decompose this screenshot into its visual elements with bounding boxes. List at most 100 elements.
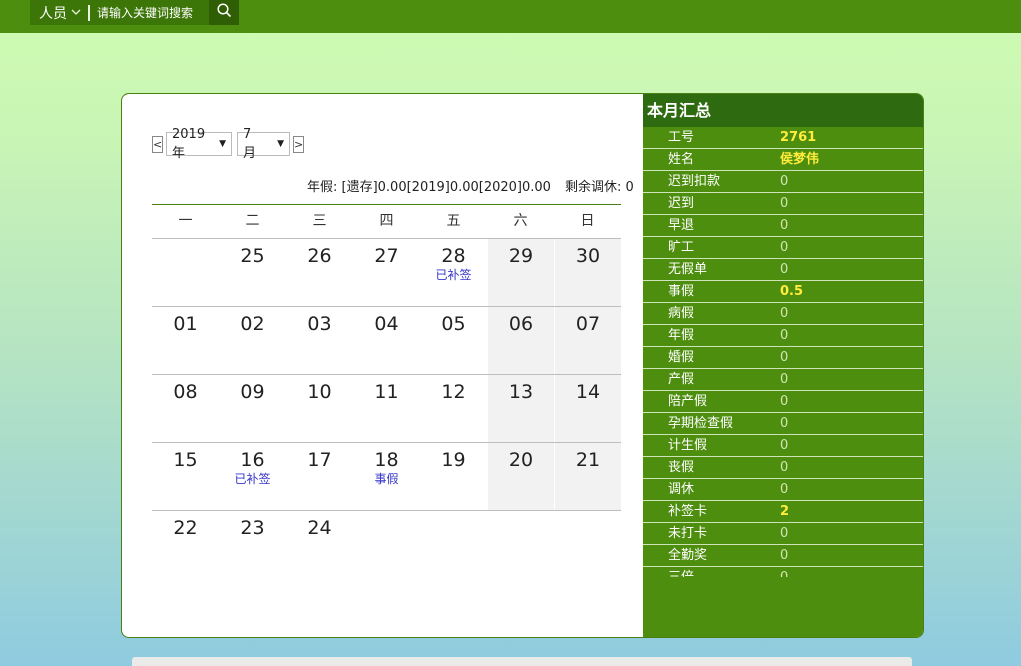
weekday-header: 一二三四五六日 (152, 205, 621, 238)
calendar-day-cell[interactable]: 17 (286, 443, 353, 510)
calendar-week-row: 01 02 03 04 05 06 07 (152, 306, 621, 374)
calendar-day-cell[interactable]: 04 (353, 307, 420, 374)
day-number: 11 (374, 381, 399, 403)
calendar-day-cell[interactable]: 05 (420, 307, 487, 374)
summary-value: 0 (780, 567, 788, 577)
day-number: 10 (307, 381, 332, 403)
day-number: 05 (441, 313, 466, 335)
summary-label: 病假 (668, 306, 695, 321)
summary-row: 计生假 0 (643, 435, 923, 457)
day-number: 17 (307, 449, 332, 471)
calendar-empty-cell (353, 511, 420, 578)
day-number: 04 (374, 313, 399, 335)
calendar-day-cell[interactable]: 25 (219, 239, 286, 306)
summary-row: 工号 2761 (643, 127, 923, 149)
calendar-day-cell[interactable]: 27 (353, 239, 420, 306)
day-number: 21 (575, 449, 601, 471)
day-number: 01 (173, 313, 198, 335)
summary-label: 姓名 (668, 152, 695, 167)
day-note[interactable]: 已补签 (219, 472, 286, 486)
calendar-day-cell[interactable]: 03 (286, 307, 353, 374)
month-select[interactable]: 7月 ▼ (237, 127, 290, 161)
summary-value: 0 (780, 262, 789, 277)
calendar-day-cell[interactable]: 30 (554, 239, 621, 306)
calendar-week-row: 15 16 已补签 17 18 事假 19 20 21 (152, 442, 621, 510)
summary-value: 0 (780, 218, 789, 233)
calendar-day-cell[interactable]: 28 已补签 (420, 239, 487, 306)
day-number: 12 (441, 381, 466, 403)
summary-row: 姓名 侯梦伟 (643, 149, 923, 171)
category-dropdown[interactable]: 人员 (30, 0, 81, 25)
day-number: 15 (173, 449, 198, 471)
summary-title: 本月汇总 (643, 94, 923, 127)
calendar-week-row: 22 23 24 (152, 510, 621, 578)
summary-row: 早退 0 (643, 215, 923, 237)
summary-value: 0 (780, 460, 789, 475)
search-input[interactable]: 请输入关键词搜索 (97, 4, 193, 21)
day-note[interactable]: 事假 (353, 472, 420, 486)
summary-row: 无假单 0 (643, 259, 923, 281)
search-button[interactable] (209, 0, 239, 25)
search-icon (216, 3, 232, 22)
year-select[interactable]: 2019年 ▼ (166, 127, 232, 161)
next-month-button[interactable]: > (293, 135, 304, 153)
calendar-day-cell[interactable]: 22 (152, 511, 219, 578)
day-number: 22 (173, 517, 198, 539)
summary-row: 未打卡 0 (643, 523, 923, 545)
summary-row: 事假 0.5 (643, 281, 923, 303)
summary-value: 2 (780, 504, 790, 519)
day-number: 19 (441, 449, 466, 471)
summary-row: 陪产假 0 (643, 391, 923, 413)
calendar-day-cell[interactable]: 15 (152, 443, 219, 510)
calendar-day-cell[interactable]: 02 (219, 307, 286, 374)
day-number: 14 (575, 381, 601, 403)
calendar-day-cell[interactable]: 09 (219, 375, 286, 442)
summary-label: 婚假 (668, 350, 695, 365)
calendar-day-cell[interactable]: 18 事假 (353, 443, 420, 510)
calendar-day-cell[interactable]: 21 (554, 443, 621, 510)
calendar-day-cell[interactable]: 29 (487, 239, 554, 306)
calendar-day-cell[interactable]: 14 (554, 375, 621, 442)
day-number: 25 (240, 245, 265, 267)
category-label: 人员 (39, 5, 67, 22)
summary-label: 计生假 (668, 438, 708, 453)
day-note[interactable]: 已补签 (420, 268, 487, 282)
summary-value: 侯梦伟 (780, 152, 820, 167)
calendar-day-cell[interactable]: 11 (353, 375, 420, 442)
calendar-empty-cell (554, 511, 621, 578)
day-number: 07 (575, 313, 601, 335)
calendar-empty-cell (420, 511, 487, 578)
day-number: 26 (307, 245, 332, 267)
calendar-day-cell[interactable]: 06 (487, 307, 554, 374)
calendar-day-cell[interactable]: 13 (487, 375, 554, 442)
summary-value: 0 (780, 240, 789, 255)
calendar-day-cell[interactable]: 08 (152, 375, 219, 442)
summary-label: 无假单 (668, 262, 708, 277)
weekday-label: 一 (178, 213, 193, 229)
calendar-day-cell[interactable]: 12 (420, 375, 487, 442)
day-number: 09 (240, 381, 265, 403)
calendar-day-cell[interactable]: 19 (420, 443, 487, 510)
day-number: 29 (508, 245, 534, 267)
calendar-day-cell[interactable]: 01 (152, 307, 219, 374)
summary-label: 早退 (668, 218, 695, 233)
caret-down-icon: ▼ (219, 139, 226, 149)
calendar-day-cell[interactable]: 10 (286, 375, 353, 442)
attendance-card: < 2019年 ▼ 7月 ▼ > 年假: [遗存]0.00[2019]0.00[20… (121, 93, 924, 638)
calendar-day-cell[interactable]: 26 (286, 239, 353, 306)
calendar-empty-cell (487, 511, 554, 578)
weekday-label: 四 (379, 213, 394, 229)
calendar-day-cell[interactable]: 16 已补签 (219, 443, 286, 510)
day-number: 16 (240, 449, 265, 471)
calendar-day-cell[interactable]: 20 (487, 443, 554, 510)
summary-list: 工号 2761 姓名 侯梦伟 迟到扣款 0 迟到 0 早退 0 旷工 0 无假单 0 事假 0.5 病假 0 年假 0… (643, 127, 923, 577)
calendar-day-cell[interactable]: 23 (219, 511, 286, 578)
summary-value: 0.5 (780, 284, 804, 299)
day-number: 24 (307, 517, 332, 539)
summary-row: 婚假 0 (643, 347, 923, 369)
summary-row: 调休 0 (643, 479, 923, 501)
prev-month-button[interactable]: < (152, 135, 163, 153)
summary-value: 0 (780, 196, 789, 211)
calendar-day-cell[interactable]: 24 (286, 511, 353, 578)
calendar-day-cell[interactable]: 07 (554, 307, 621, 374)
